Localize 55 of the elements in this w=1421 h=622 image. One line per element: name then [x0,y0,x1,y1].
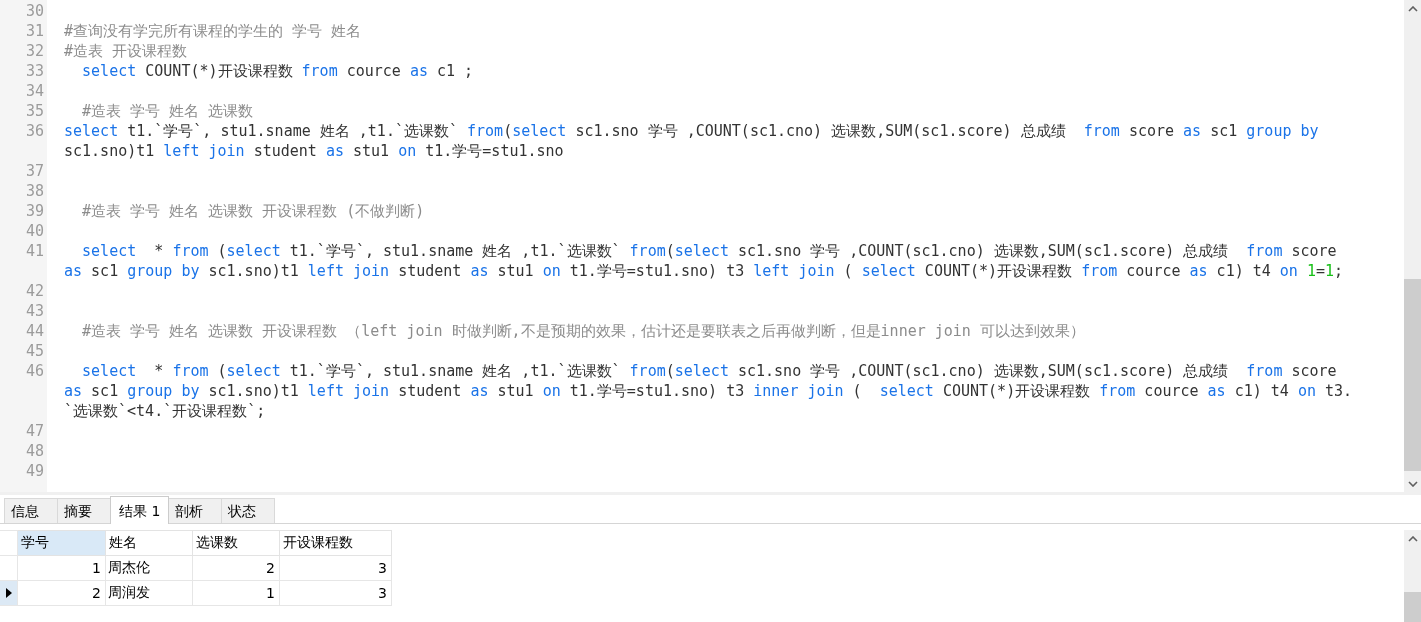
code-line: #造表 开设课程数 [64,41,188,61]
code-line: #造表 学号 姓名 选课数 开设课程数 （left join 时做判断,不是预期的效果，估计还是要联表之后再做判断，但是inner join 可以达到效果） [81,321,1085,341]
line-number: 38 [25,181,44,201]
line-number: 35 [25,101,44,121]
line-number: 32 [25,41,44,61]
code-line: select * from (select t1.`学号`, stu1.sname 姓名 ,t1.`选课数` from(select sc1.sno 学号 ,COUNT(sc1.cno) 选课数,SUM(sc1.score) 总成绩 from score as sc1 group by sc1.sno)t1 left join student as stu1 on t1.学号=stu1.sno) t3 inner join ( select COUNT(*)开设课程数 from cource as c1) t4 on t3. `选课数`<t4.`开设课程数`; [64,361,1353,421]
table-cell: 3 [279,555,392,581]
column-header[interactable]: 学号 [17,530,106,556]
line-number: 36 [25,121,44,141]
line-number: 43 [25,301,44,321]
scroll-up-icon[interactable] [1407,5,1418,12]
line-number: 47 [25,421,44,441]
line-number: 42 [25,281,44,301]
vertical-scrollbar[interactable] [1404,530,1421,622]
code-line: select * from (select t1.`学号`, stu1.sname 姓名 ,t1.`选课数` from(select sc1.sno 学号 ,COUNT(sc1.cno) 选课数,SUM(sc1.score) 总成绩 from score as sc1 group by sc1.sno)t1 left join student as stu1 on t1.学号=stu1.sno) t3 left join ( select COUNT(*)开设课程数 from cource as c1) t4 on 1=1; [64,241,1344,281]
line-number: 46 [25,361,44,381]
scrollbar-thumb[interactable] [1404,279,1421,471]
line-number: 31 [25,21,44,41]
result-tab[interactable]: 状态 [221,498,276,523]
table-cell: 周润发 [105,580,193,606]
table-cell: 1 [17,555,106,581]
line-number: 48 [25,441,44,461]
table-cell: 周杰伦 [105,555,193,581]
result-tab[interactable]: 剖析 [168,498,223,523]
vertical-scrollbar[interactable] [1404,0,1421,492]
line-number: 33 [25,61,44,81]
line-number: 41 [25,241,44,261]
scroll-down-icon[interactable] [1407,480,1418,487]
code-line: #造表 学号 姓名 选课数 [81,101,254,121]
table-cell: 2 [17,580,106,606]
line-number: 45 [25,341,44,361]
code-line: #造表 学号 姓名 选课数 开设课程数 (不做判断) [81,201,425,221]
line-number: 49 [25,461,44,481]
result-tab[interactable]: 摘要 [57,498,111,523]
code-line: select t1.`学号`, stu1.sname 姓名 ,t1.`选课数` from(select sc1.sno 学号 ,COUNT(sc1.cno) 选课数,SUM(sc1.score) 总成绩 from score as sc1 group by sc1.sno)t1 left join student as stu1 on t1.学号=stu1.sno [64,121,1319,161]
row-indicator[interactable] [0,580,18,606]
result-tab[interactable]: 信息 [4,498,58,523]
line-number: 44 [25,321,44,341]
column-header[interactable]: 姓名 [105,530,193,556]
line-number: 39 [25,201,44,221]
line-number: 34 [25,81,44,101]
code-line: select COUNT(*)开设课程数 from cource as c1 ; [81,61,474,81]
result-tab[interactable]: 结果 1 [110,496,170,524]
table-cell: 3 [279,580,392,606]
column-header[interactable]: 开设课程数 [279,530,392,556]
line-number: 40 [25,221,44,241]
table-cell: 1 [192,580,280,606]
table-cell: 2 [192,555,280,581]
scrollbar-thumb[interactable] [1404,592,1421,622]
row-pointer-icon [5,588,12,598]
code-line: #查询没有学完所有课程的学生的 学号 姓名 [64,21,362,41]
scroll-up-icon[interactable] [1407,535,1418,542]
column-header[interactable]: 选课数 [192,530,280,556]
line-number: 30 [25,1,44,21]
line-number: 37 [25,161,44,181]
